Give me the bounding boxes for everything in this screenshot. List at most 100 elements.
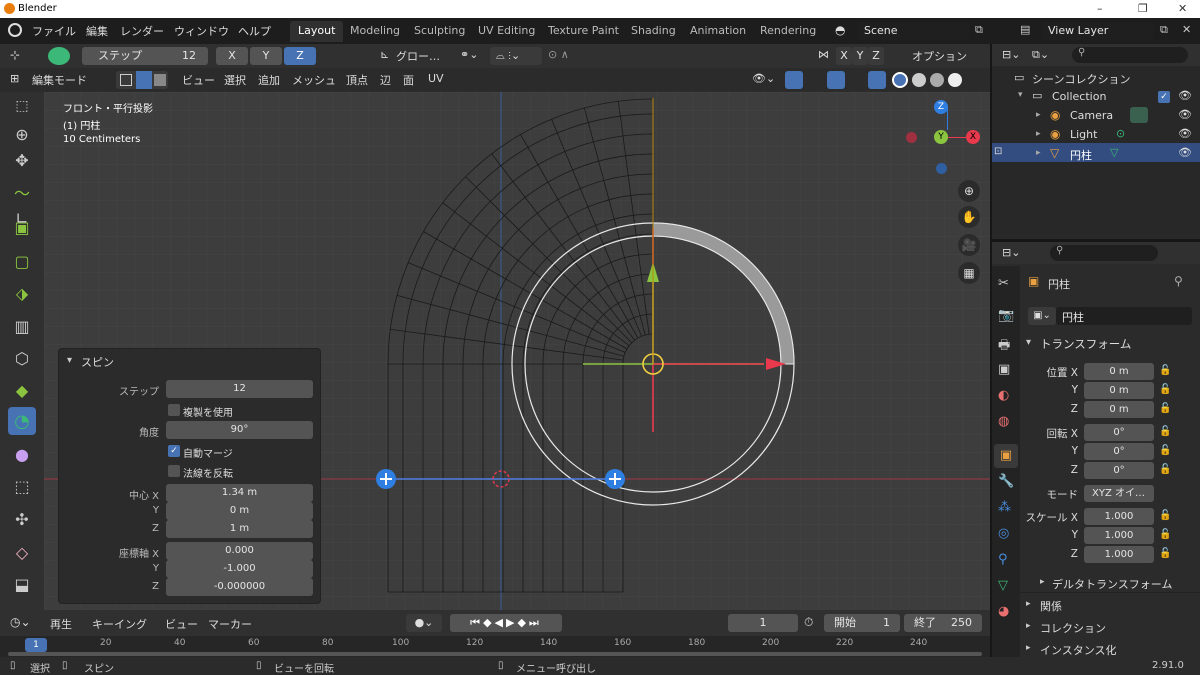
rip-icon[interactable]: ⬓: [8, 570, 36, 598]
menu-edge[interactable]: 辺: [380, 72, 391, 88]
light-eye-icon[interactable]: 👁: [1178, 127, 1192, 140]
lock-icon[interactable]: 🔓: [1159, 529, 1171, 540]
move-icon[interactable]: ✥: [8, 146, 36, 174]
scale-z-input[interactable]: 1.000: [1084, 546, 1154, 563]
gizmo-z-axis[interactable]: Z: [934, 100, 948, 114]
scale-y-input[interactable]: 1.000: [1084, 527, 1154, 544]
outliner-item-cylinder[interactable]: 円柱: [1070, 147, 1092, 163]
extrude-icon[interactable]: ▣: [8, 213, 36, 241]
mirror-z-button[interactable]: Z: [868, 47, 884, 65]
vertex-select-icon[interactable]: [120, 74, 132, 86]
tab-layout[interactable]: Layout: [290, 21, 344, 42]
mirror-x-button[interactable]: X: [836, 47, 852, 65]
current-frame-input[interactable]: 1: [728, 614, 798, 632]
collapse-arrow-icon[interactable]: ▸: [1026, 621, 1031, 631]
view-layer-field[interactable]: View Layer: [1042, 22, 1154, 40]
rotation-y-input[interactable]: 0°: [1084, 443, 1154, 460]
step-field[interactable]: ステップ 12: [82, 47, 208, 65]
collapse-arrow-icon[interactable]: ▸: [1026, 599, 1031, 609]
delta-transform-panel[interactable]: デルタトランスフォーム: [1052, 576, 1172, 592]
pivot-icon[interactable]: ⚭⌄: [460, 48, 478, 61]
preview-range-icon[interactable]: ⏱: [804, 615, 813, 630]
new-scene-icon[interactable]: ⧉: [975, 23, 983, 37]
expand-arrow-icon[interactable]: ▾: [1018, 90, 1023, 100]
menu-view[interactable]: ビュー: [182, 72, 215, 88]
ortho-toggle-icon[interactable]: ▦: [958, 262, 980, 284]
gizmo-toggle-icon[interactable]: [785, 71, 803, 89]
playback-controls-icon[interactable]: ⏮◆◀▶◆⏭: [450, 614, 562, 632]
axis-x-input[interactable]: 0.000: [166, 542, 313, 560]
flip-normals-checkbox[interactable]: [168, 465, 180, 477]
pin-icon[interactable]: ⚲: [1174, 274, 1183, 288]
step-input[interactable]: 12: [166, 380, 313, 398]
expand-arrow-icon[interactable]: ▸: [1036, 110, 1041, 120]
minimize-button[interactable]: –: [1097, 2, 1103, 15]
tab-texture-paint[interactable]: Texture Paint: [540, 21, 627, 42]
solid-shading-icon[interactable]: [912, 73, 926, 87]
menu-playback[interactable]: 再生: [50, 616, 72, 632]
relations-panel[interactable]: 関係: [1040, 598, 1062, 614]
lock-icon[interactable]: 🔓: [1159, 510, 1171, 521]
gizmo-y-axis[interactable]: Y: [934, 130, 948, 144]
edge-slide-icon[interactable]: ⬚: [8, 472, 36, 500]
inset-icon[interactable]: ▢: [8, 247, 36, 275]
maximize-button[interactable]: ❐: [1138, 2, 1148, 15]
center-x-input[interactable]: 1.34 m: [166, 484, 313, 502]
knife-icon[interactable]: ⬡: [8, 344, 36, 372]
collapse-arrow-icon[interactable]: ▸: [1040, 577, 1045, 587]
collapse-arrow-icon[interactable]: ▸: [1026, 643, 1031, 653]
expand-arrow-icon[interactable]: ▸: [1036, 129, 1041, 139]
axis-y-button[interactable]: Y: [250, 47, 282, 65]
playhead[interactable]: 1: [25, 638, 47, 652]
scene-name-field[interactable]: Scene: [858, 22, 970, 40]
edit-mode-icon[interactable]: ⊡: [994, 146, 1002, 157]
modifier-tab-icon[interactable]: 🔧: [998, 474, 1014, 489]
menu-uv[interactable]: UV: [428, 72, 444, 85]
options-dropdown[interactable]: オプション: [912, 48, 967, 64]
constraints-tab-icon[interactable]: ⚲: [998, 552, 1008, 567]
outliner-search-icon[interactable]: ⚲: [1072, 47, 1188, 63]
collections-panel[interactable]: コレクション: [1040, 620, 1106, 636]
axis-z-input[interactable]: -0.000000: [166, 578, 313, 596]
menu-vertex[interactable]: 頂点: [346, 72, 368, 88]
collection-eye-icon[interactable]: 👁: [1178, 89, 1192, 102]
menu-window[interactable]: ウィンドウ: [174, 23, 229, 39]
scene-collection-label[interactable]: シーンコレクション: [1032, 71, 1130, 87]
camera-eye-icon[interactable]: 👁: [1178, 108, 1192, 121]
lock-icon[interactable]: 🔓: [1159, 403, 1171, 414]
axis-y-input[interactable]: -1.000: [166, 560, 313, 578]
menu-face[interactable]: 面: [403, 72, 414, 88]
display-mode-icon[interactable]: ⧉⌄: [1032, 48, 1049, 62]
render-tab-icon[interactable]: 📷: [998, 308, 1014, 323]
visibility-icon[interactable]: 👁⌄: [752, 72, 775, 85]
tool-settings-icon[interactable]: ⊹: [10, 48, 20, 62]
menu-help[interactable]: ヘルプ: [238, 23, 271, 39]
outliner-item-camera[interactable]: Camera: [1070, 109, 1113, 122]
mode-dropdown[interactable]: 編集モード: [32, 72, 87, 88]
data-tab-icon[interactable]: ▽: [998, 578, 1008, 593]
lock-icon[interactable]: 🔓: [1159, 426, 1171, 437]
angle-input[interactable]: 90°: [166, 421, 313, 439]
spin-icon[interactable]: ◔: [8, 407, 36, 435]
world-tab-icon[interactable]: ◍: [998, 414, 1009, 429]
instancing-panel[interactable]: インスタンス化: [1040, 642, 1117, 658]
xray-toggle-icon[interactable]: [868, 71, 886, 89]
record-icon[interactable]: ●⌄: [406, 614, 442, 632]
rendered-shading-icon[interactable]: [948, 73, 962, 87]
zoom-icon[interactable]: ⊕: [958, 180, 980, 202]
outliner-item-light[interactable]: Light: [1070, 128, 1097, 141]
rotation-z-input[interactable]: 0°: [1084, 462, 1154, 479]
new-view-layer-icon[interactable]: ⧉: [1160, 23, 1168, 37]
cursor-icon[interactable]: ⊕: [8, 120, 36, 148]
transform-panel-title[interactable]: トランスフォーム: [1040, 336, 1131, 352]
center-z-input[interactable]: 1 m: [166, 520, 313, 538]
dupli-checkbox[interactable]: [168, 404, 180, 416]
tab-rendering[interactable]: Rendering: [752, 21, 824, 42]
wireframe-shading-icon[interactable]: [892, 72, 908, 88]
location-y-input[interactable]: 0 m: [1084, 382, 1154, 399]
outliner-selected-row[interactable]: [992, 143, 1200, 162]
particles-tab-icon[interactable]: ⁂: [998, 500, 1011, 515]
end-frame-field[interactable]: 終了 250: [904, 614, 982, 632]
axis-x-button[interactable]: X: [216, 47, 248, 65]
view-layer-tab-icon[interactable]: ▣: [998, 362, 1010, 377]
